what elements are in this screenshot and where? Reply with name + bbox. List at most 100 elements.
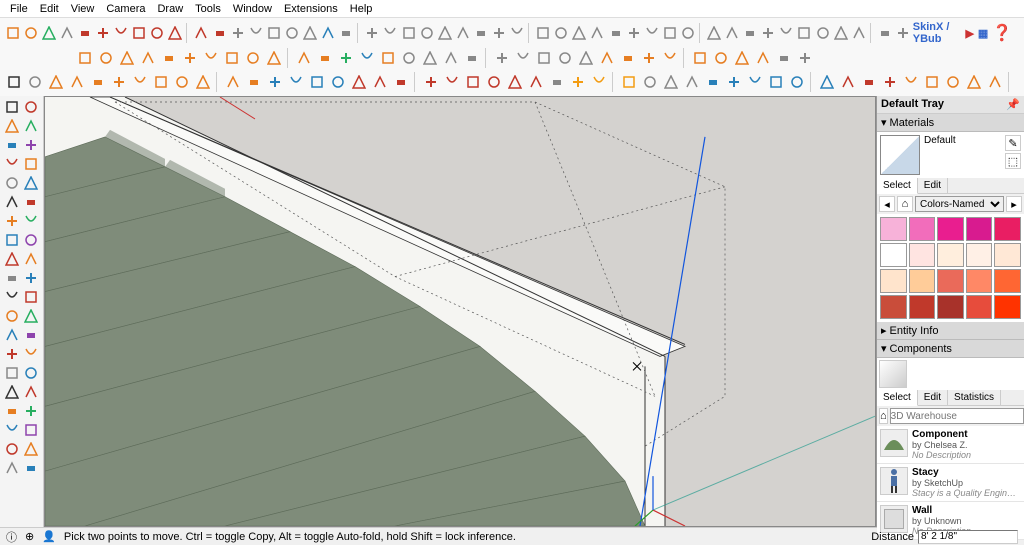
toolbar-button-r1-32[interactable] bbox=[774, 48, 794, 68]
toolbar-button-r0-15[interactable] bbox=[283, 23, 300, 43]
toolbar-button-r0-35[interactable] bbox=[661, 23, 678, 43]
toolbar-button-r0-14[interactable] bbox=[265, 23, 282, 43]
current-material-swatch[interactable] bbox=[880, 135, 920, 175]
toolbar-button-r0-42[interactable] bbox=[796, 23, 813, 43]
toolbar-button-r1-25[interactable] bbox=[618, 48, 638, 68]
toolbar-button-r2-11[interactable] bbox=[244, 72, 264, 92]
entity-info-section-header[interactable]: ▸ Entity Info bbox=[877, 322, 1024, 340]
material-swatch-18[interactable] bbox=[966, 295, 993, 319]
toolbar-button-r2-10[interactable] bbox=[223, 72, 243, 92]
toolbar-button-r2-18[interactable] bbox=[391, 72, 411, 92]
toolbar-button-r2-7[interactable] bbox=[151, 72, 171, 92]
toolbar-button-r2-20[interactable] bbox=[442, 72, 462, 92]
toolbar-button-r0-29[interactable] bbox=[553, 23, 570, 43]
toolbar-button-r0-22[interactable] bbox=[418, 23, 435, 43]
left-tool-14-0[interactable] bbox=[3, 364, 21, 382]
components-tab-select[interactable]: Select bbox=[877, 390, 918, 406]
status-user-icon[interactable]: 👤 bbox=[42, 530, 56, 543]
toolbar-button-r2-26[interactable] bbox=[568, 72, 588, 92]
left-tool-16-0[interactable] bbox=[3, 402, 21, 420]
toolbar-button-r2-5[interactable] bbox=[109, 72, 129, 92]
material-swatch-15[interactable] bbox=[880, 295, 907, 319]
component-item-1[interactable]: Stacy by SketchUp Stacy is a Quality Eng… bbox=[877, 464, 1024, 502]
toolbar-button-r2-29[interactable] bbox=[640, 72, 660, 92]
toolbar-button-r0-1[interactable] bbox=[22, 23, 39, 43]
toolbar-button-r2-23[interactable] bbox=[505, 72, 525, 92]
material-swatch-14[interactable] bbox=[994, 269, 1021, 293]
toolbar-button-r2-38[interactable] bbox=[838, 72, 858, 92]
toolbar-button-r0-20[interactable] bbox=[382, 23, 399, 43]
toolbar-button-r0-34[interactable] bbox=[643, 23, 660, 43]
toolbar-button-r0-30[interactable] bbox=[571, 23, 588, 43]
toolbar-button-r1-18[interactable] bbox=[462, 48, 482, 68]
toolbar-button-r1-16[interactable] bbox=[420, 48, 440, 68]
toolbar-button-r1-10[interactable] bbox=[294, 48, 314, 68]
left-tool-4-1[interactable] bbox=[22, 174, 40, 192]
toolbar-button-r0-23[interactable] bbox=[436, 23, 453, 43]
toolbar-button-r1-13[interactable] bbox=[357, 48, 377, 68]
toolbar-button-r0-7[interactable] bbox=[130, 23, 147, 43]
toolbar-button-r1-9[interactable] bbox=[264, 48, 284, 68]
toolbar-button-r1-17[interactable] bbox=[441, 48, 461, 68]
toolbar-button-r2-3[interactable] bbox=[67, 72, 87, 92]
toolbar-button-r2-33[interactable] bbox=[724, 72, 744, 92]
material-swatch-4[interactable] bbox=[994, 217, 1021, 241]
material-swatch-9[interactable] bbox=[994, 243, 1021, 267]
toolbar-button-r2-1[interactable] bbox=[25, 72, 45, 92]
brand-play-icon[interactable]: ▶ bbox=[965, 27, 973, 40]
toolbar-button-r2-28[interactable] bbox=[619, 72, 639, 92]
toolbar-button-r0-27[interactable] bbox=[508, 23, 525, 43]
toolbar-button-r1-5[interactable] bbox=[180, 48, 200, 68]
left-tool-7-1[interactable] bbox=[22, 231, 40, 249]
toolbar-button-r2-14[interactable] bbox=[307, 72, 327, 92]
toolbar-button-r1-21[interactable] bbox=[534, 48, 554, 68]
material-swatch-3[interactable] bbox=[966, 217, 993, 241]
left-tool-10-1[interactable] bbox=[22, 288, 40, 306]
material-swatch-12[interactable] bbox=[937, 269, 964, 293]
components-section-header[interactable]: ▾ Components bbox=[877, 340, 1024, 358]
toolbar-button-r2-22[interactable] bbox=[484, 72, 504, 92]
toolbar-button-r1-8[interactable] bbox=[243, 48, 263, 68]
toolbar-button-r0-26[interactable] bbox=[490, 23, 507, 43]
toolbar-button-r0-5[interactable] bbox=[94, 23, 111, 43]
left-tool-6-1[interactable] bbox=[22, 212, 40, 230]
menu-camera[interactable]: Camera bbox=[100, 1, 151, 17]
toolbar-button-r0-32[interactable] bbox=[607, 23, 624, 43]
toolbar-button-r1-20[interactable] bbox=[513, 48, 533, 68]
toolbar-button-r0-40[interactable] bbox=[760, 23, 777, 43]
components-search-input[interactable] bbox=[890, 408, 1024, 424]
toolbar-button-r1-30[interactable] bbox=[732, 48, 752, 68]
component-item-0[interactable]: Component by Chelsea Z. No Description bbox=[877, 426, 1024, 464]
toolbar-button-r2-9[interactable] bbox=[193, 72, 213, 92]
menu-tools[interactable]: Tools bbox=[189, 1, 227, 17]
materials-back-button[interactable]: ◂ bbox=[879, 196, 895, 212]
material-swatch-5[interactable] bbox=[880, 243, 907, 267]
toolbar-button-r2-12[interactable] bbox=[265, 72, 285, 92]
toolbar-button-r1-3[interactable] bbox=[138, 48, 158, 68]
toolbar-button-r2-32[interactable] bbox=[703, 72, 723, 92]
left-tool-8-1[interactable] bbox=[22, 250, 40, 268]
toolbar-button-r1-1[interactable] bbox=[96, 48, 116, 68]
toolbar-button-r0-24[interactable] bbox=[454, 23, 471, 43]
toolbar-button-r2-25[interactable] bbox=[547, 72, 567, 92]
toolbar-button-r0-31[interactable] bbox=[589, 23, 606, 43]
left-tool-17-1[interactable] bbox=[22, 421, 40, 439]
left-tool-9-0[interactable] bbox=[3, 269, 21, 287]
material-swatch-17[interactable] bbox=[937, 295, 964, 319]
toolbar-button-r2-19[interactable] bbox=[421, 72, 441, 92]
menu-draw[interactable]: Draw bbox=[151, 1, 189, 17]
materials-tab-select[interactable]: Select bbox=[877, 178, 918, 194]
toolbar-button-r1-19[interactable] bbox=[492, 48, 512, 68]
toolbar-button-r2-31[interactable] bbox=[682, 72, 702, 92]
toolbar-button-r1-11[interactable] bbox=[315, 48, 335, 68]
toolbar-button-r0-21[interactable] bbox=[400, 23, 417, 43]
toolbar-button-r0-25[interactable] bbox=[472, 23, 489, 43]
left-tool-14-1[interactable] bbox=[22, 364, 40, 382]
brand-cube-icon[interactable]: ▦ bbox=[978, 27, 988, 40]
left-tool-0-0[interactable] bbox=[3, 98, 21, 116]
menu-window[interactable]: Window bbox=[227, 1, 278, 17]
toolbar-button-r0-11[interactable] bbox=[211, 23, 228, 43]
toolbar-button-r1-12[interactable] bbox=[336, 48, 356, 68]
material-swatch-6[interactable] bbox=[909, 243, 936, 267]
toolbar-button-r1-26[interactable] bbox=[639, 48, 659, 68]
